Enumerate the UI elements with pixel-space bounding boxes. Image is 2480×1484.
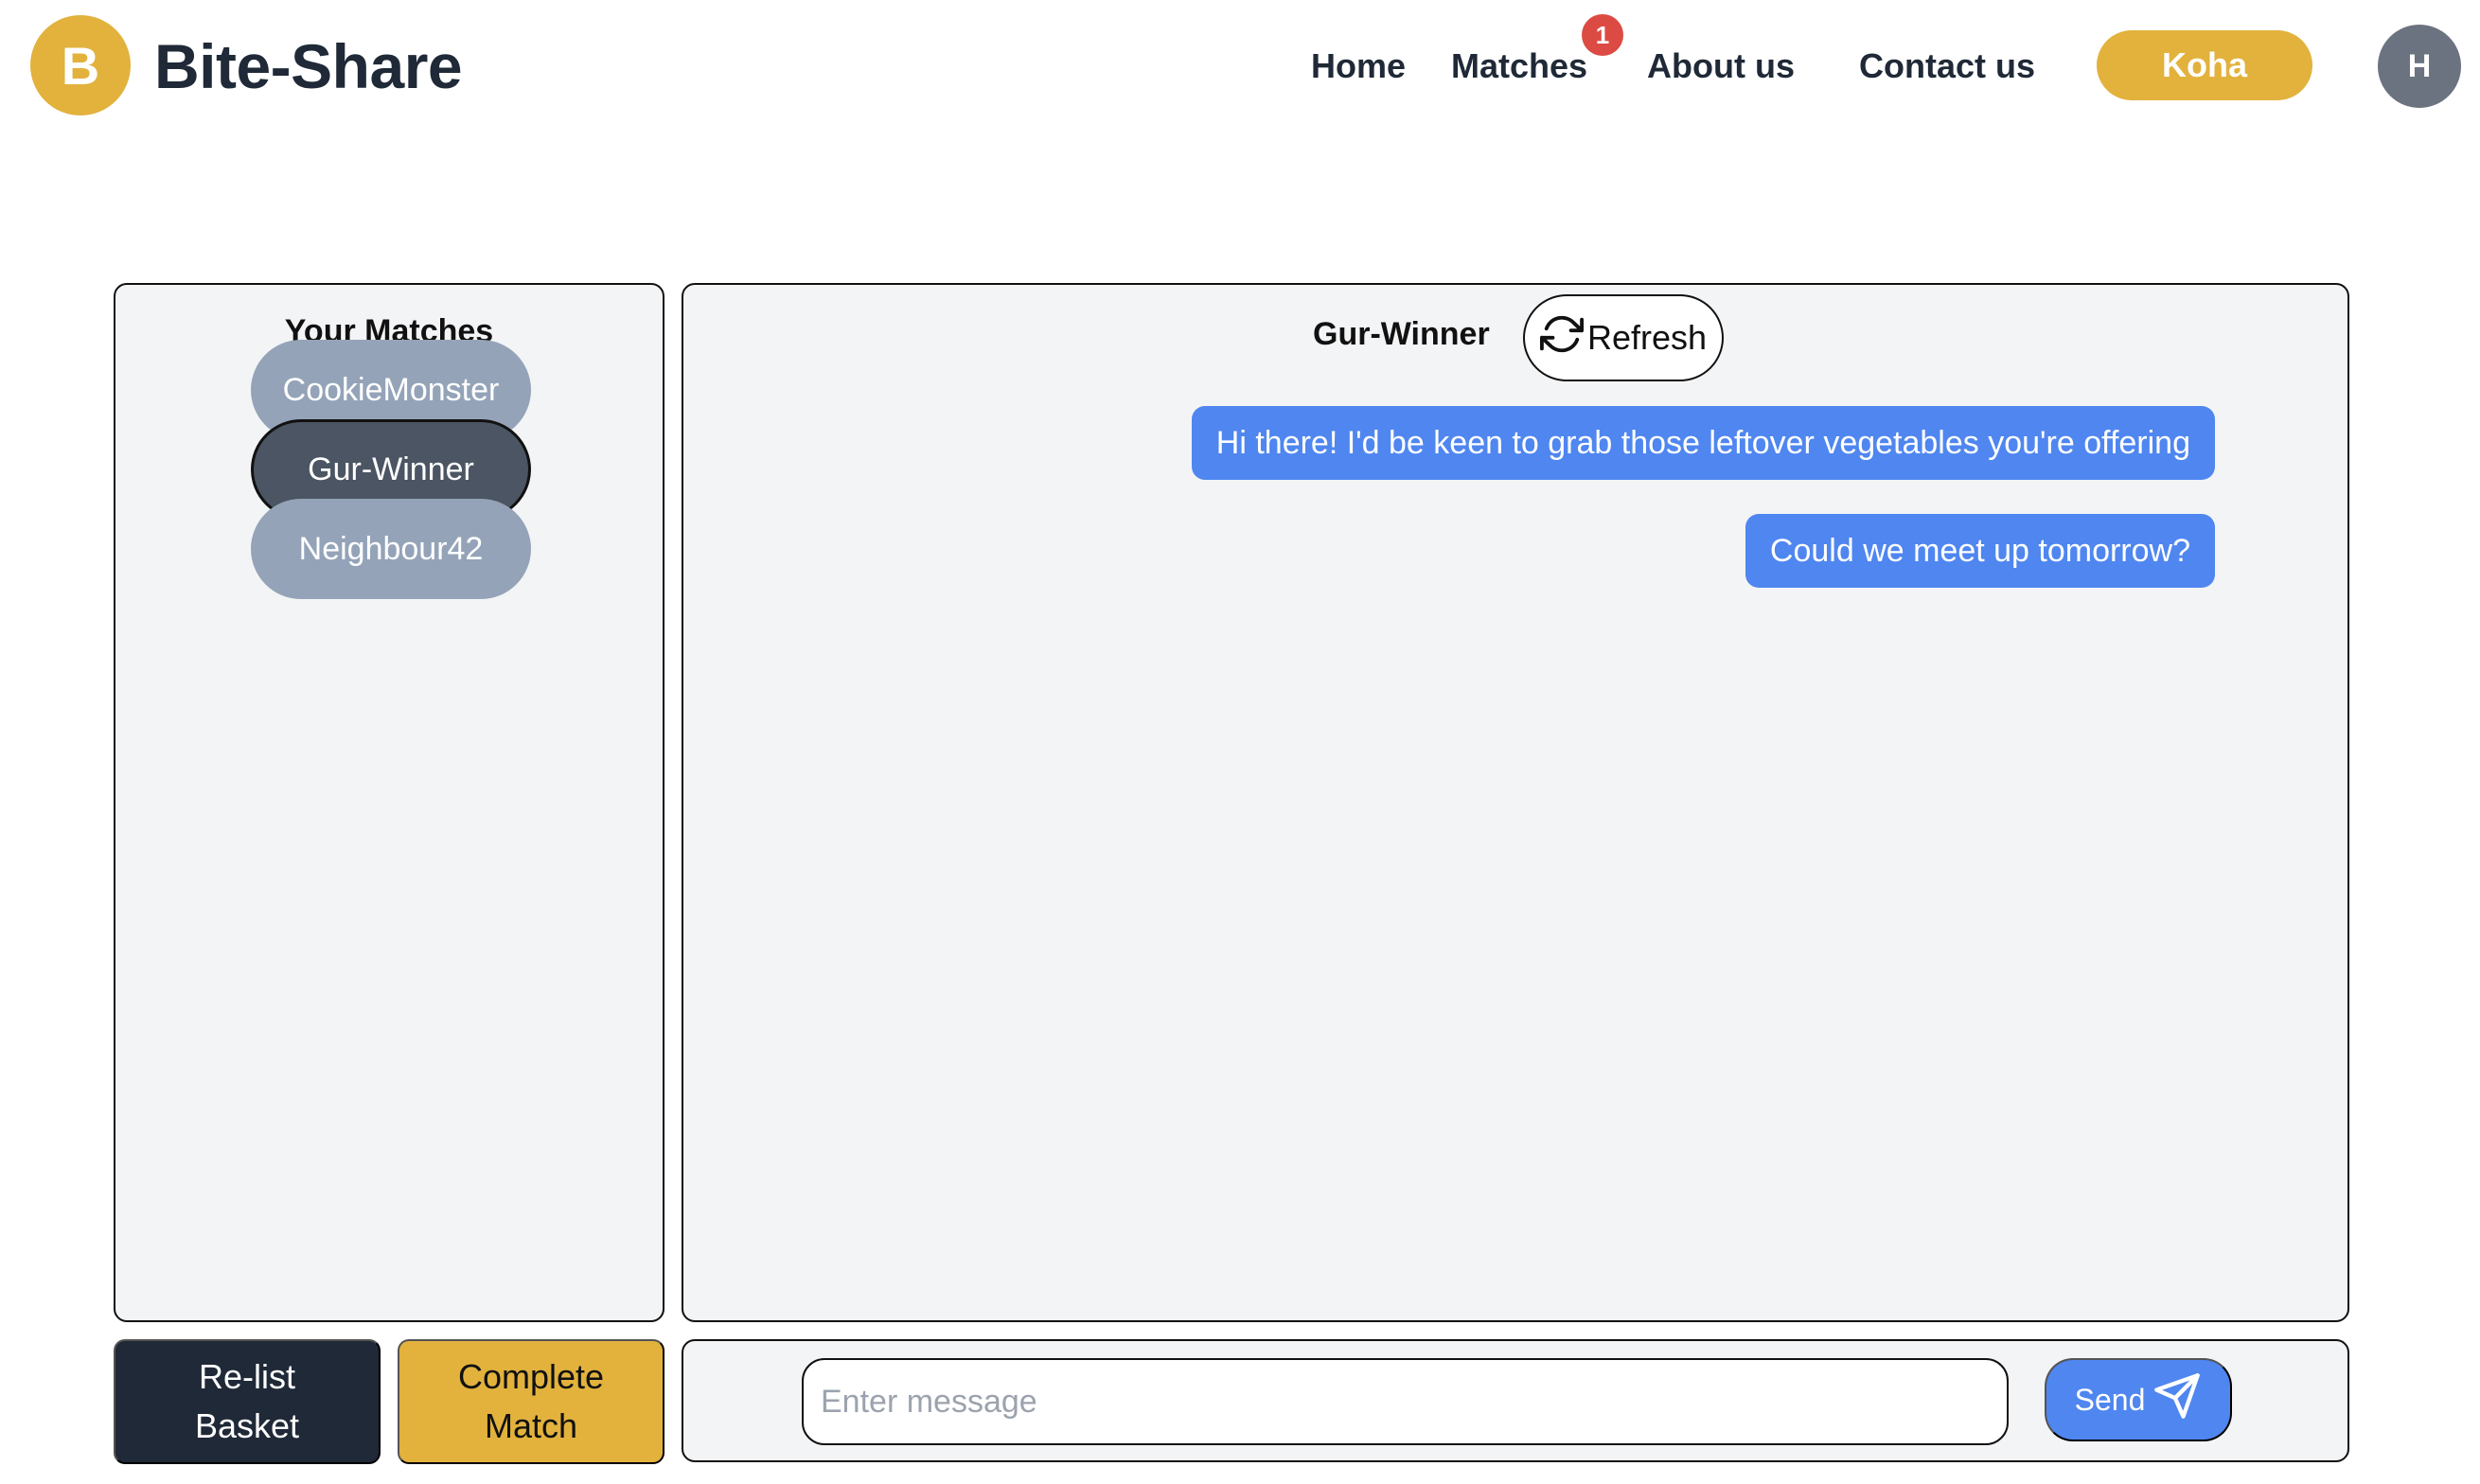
- relist-label-line1: Re-list: [198, 1357, 295, 1396]
- message-composer: Send: [682, 1339, 2349, 1462]
- complete-label-line1: Complete: [457, 1357, 605, 1396]
- chat-message: Could we meet up tomorrow?: [1745, 514, 2215, 588]
- nav-about-us[interactable]: About us: [1645, 38, 1797, 95]
- refresh-icon: [1539, 312, 1584, 364]
- match-item-neighbour42[interactable]: Neighbour42: [251, 499, 531, 599]
- nav-contact-us[interactable]: Contact us: [1857, 38, 2037, 95]
- nav-home[interactable]: Home: [1287, 38, 1429, 95]
- app-root: B Bite-Share Home Matches 1 About us Con…: [0, 0, 2480, 1484]
- relist-label-line2: Basket: [194, 1406, 300, 1445]
- logo-letter: B: [61, 35, 100, 96]
- koha-button[interactable]: Koha: [2097, 30, 2312, 100]
- relist-basket-button[interactable]: Re-list Basket: [114, 1339, 381, 1464]
- brand-name[interactable]: Bite-Share: [154, 28, 463, 104]
- logo-badge[interactable]: B: [30, 15, 131, 115]
- matches-sidebar: Your Matches CookieMonster Gur-Winner Ne…: [114, 283, 664, 1322]
- matches-notification-badge: 1: [1582, 14, 1623, 56]
- send-label: Send: [2074, 1382, 2146, 1417]
- top-navbar: B Bite-Share Home Matches 1 About us Con…: [0, 0, 2480, 142]
- refresh-label: Refresh: [1586, 318, 1708, 357]
- chat-partner-name: Gur-Winner: [1313, 316, 1490, 352]
- paper-plane-icon: [2152, 1371, 2202, 1428]
- message-input[interactable]: [802, 1358, 2009, 1445]
- chat-window: Gur-Winner Refresh Hi there! I'd be keen…: [682, 283, 2349, 1322]
- nav-matches[interactable]: Matches: [1448, 38, 1590, 95]
- chat-message: Hi there! I'd be keen to grab those left…: [1191, 406, 2215, 480]
- user-avatar[interactable]: H: [2378, 25, 2461, 108]
- refresh-button[interactable]: Refresh: [1523, 294, 1724, 381]
- send-button[interactable]: Send: [2045, 1358, 2232, 1441]
- complete-match-button[interactable]: Complete Match: [398, 1339, 664, 1464]
- complete-label-line2: Match: [484, 1406, 578, 1445]
